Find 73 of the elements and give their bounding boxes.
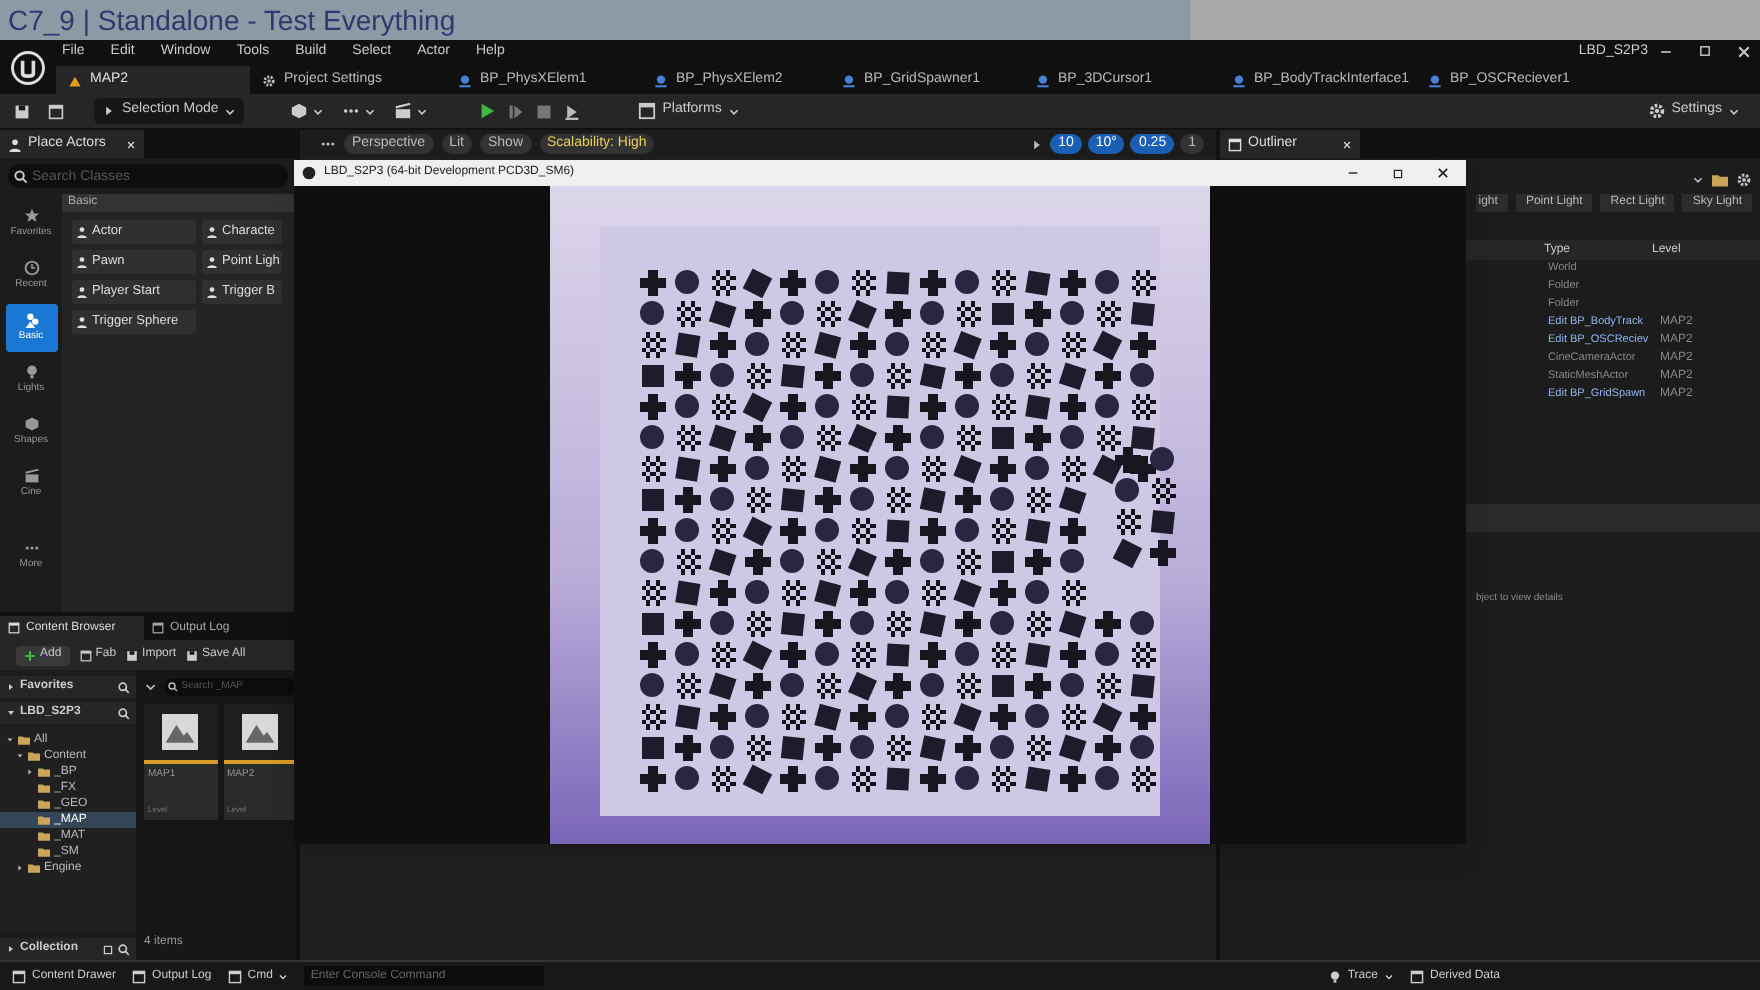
settings-icon: [1647, 102, 1666, 120]
window-icon: [12, 969, 26, 983]
clapper-icon: [394, 102, 413, 120]
caret-icon: [6, 944, 16, 954]
cinematics-button[interactable]: [394, 102, 429, 120]
engine-logo-icon: [10, 49, 46, 85]
caret-icon: [1383, 971, 1394, 981]
window-icon: [132, 969, 147, 983]
gear-icon: [262, 73, 276, 87]
actors-icon: [23, 311, 39, 328]
list-icon: [1228, 137, 1242, 151]
clock-icon: [23, 259, 39, 276]
maximize-icon: [1698, 44, 1712, 58]
search-icon: [118, 943, 130, 955]
close-icon: [1342, 139, 1352, 149]
plus-icon: [24, 649, 36, 661]
clapper-icon: [23, 467, 39, 484]
actor-icon: [76, 286, 88, 298]
stop-icon: [536, 103, 553, 119]
actor-icon: [206, 226, 218, 238]
add-actor-button[interactable]: [290, 102, 325, 120]
level-icon: [68, 73, 82, 87]
window-icon: [227, 969, 242, 983]
app-icon: [302, 166, 316, 180]
save-icon: [14, 103, 30, 119]
caret-icon: [364, 105, 377, 117]
bulb-icon: [23, 363, 39, 380]
blueprint-icon: [1232, 73, 1246, 87]
close-icon: [1736, 44, 1752, 60]
actor-icon: [76, 256, 88, 268]
cube-icon: [290, 102, 309, 120]
select-icon: [1030, 137, 1045, 151]
caret-icon: [224, 105, 237, 117]
level-thumbnail-icon: [162, 714, 199, 750]
caret-icon: [312, 105, 325, 117]
window-icon: [8, 622, 20, 634]
actor-icon: [206, 286, 218, 298]
blueprint-icon: [458, 73, 472, 87]
search-icon: [14, 169, 28, 183]
actor-icon: [8, 137, 22, 151]
blueprint-icon: [654, 73, 668, 87]
close-icon: [126, 139, 136, 149]
actor-icon: [76, 316, 88, 328]
caret-icon: [6, 682, 16, 692]
caret-icon: [6, 708, 16, 718]
search-icon: [118, 707, 130, 719]
actor-icon: [76, 226, 88, 238]
caret-icon: [278, 971, 289, 981]
caret-icon: [416, 105, 429, 117]
window-title: C7_9 | Standalone - Test Everything: [8, 1, 456, 40]
step-icon: [508, 103, 525, 119]
caret-icon: [1728, 105, 1740, 117]
close-icon: [1436, 166, 1450, 180]
caret-icon: [727, 105, 740, 117]
save-icon: [186, 649, 199, 661]
settings-icon: [1736, 172, 1752, 188]
play-icon: [478, 102, 497, 120]
level-thumbnail-icon: [241, 714, 278, 750]
folder-icon: [1712, 172, 1728, 188]
search-icon: [118, 681, 130, 693]
blueprint-icon: [1036, 73, 1050, 87]
cube-icon: [23, 415, 39, 432]
minimize-icon: [1346, 166, 1360, 180]
window-icon: [152, 622, 164, 634]
add-icon: [102, 943, 114, 955]
actor-icon: [206, 256, 218, 268]
search-icon: [167, 681, 178, 691]
eject-icon: [564, 103, 581, 119]
maximize-icon: [1392, 167, 1404, 179]
blueprint-icon: [842, 73, 856, 87]
star-icon: [23, 207, 39, 224]
blueprint-icon: [1428, 73, 1442, 87]
caret-icon: [1692, 174, 1704, 186]
